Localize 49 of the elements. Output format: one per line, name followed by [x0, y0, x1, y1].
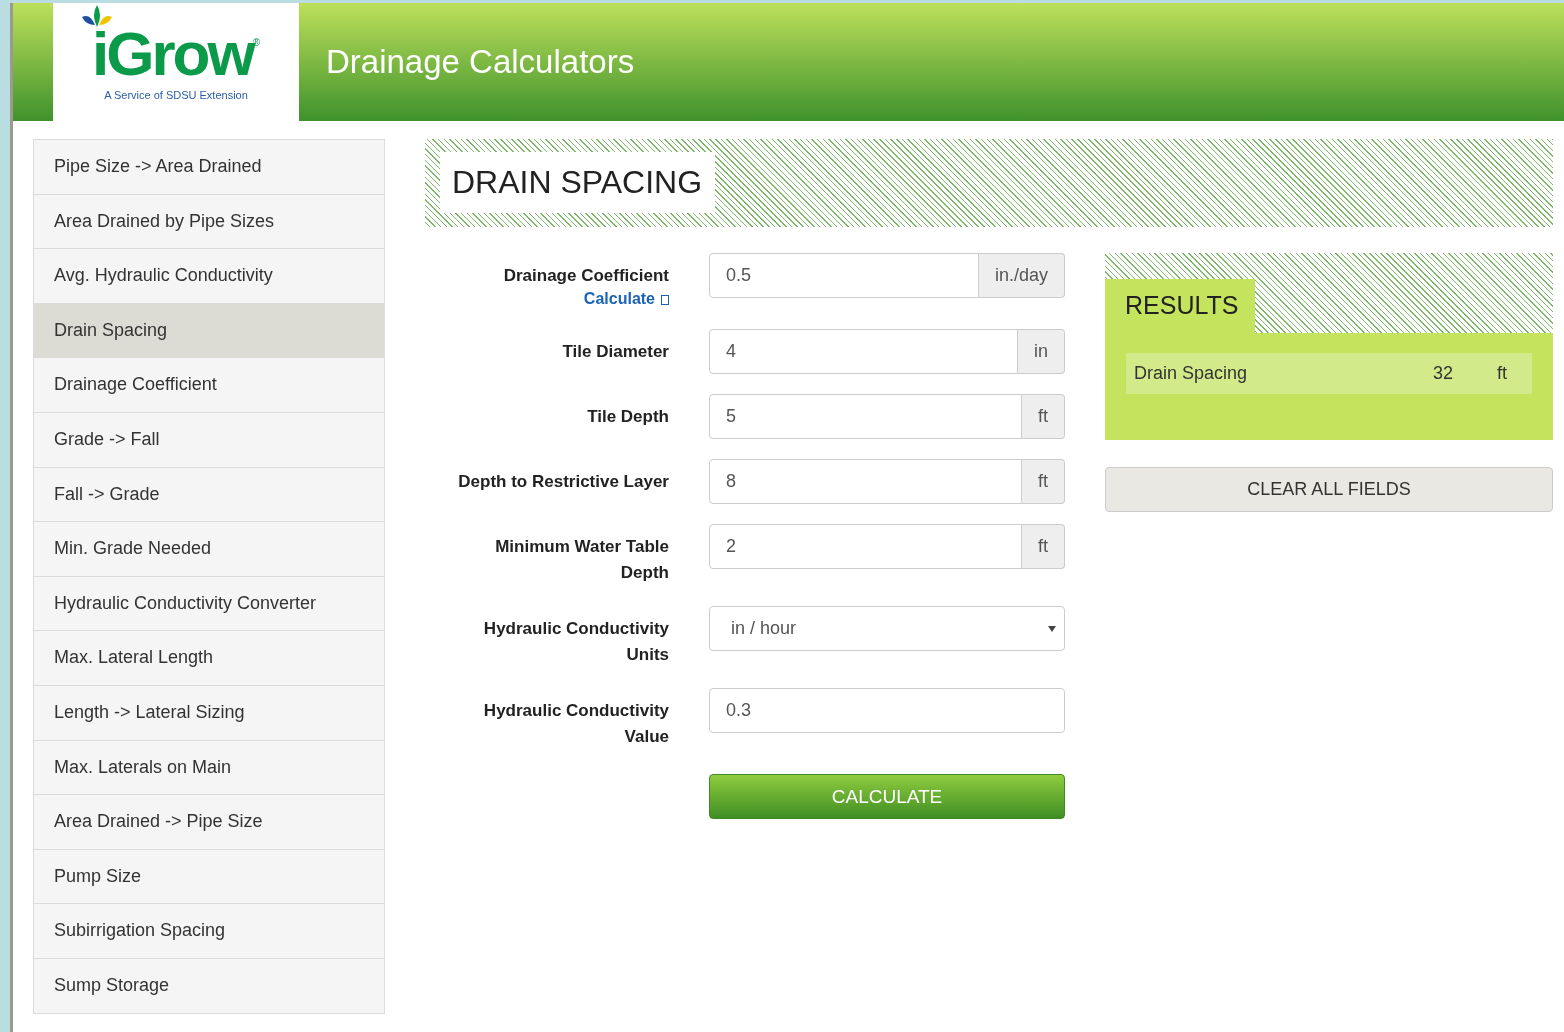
field-label: Tile Diameter — [562, 341, 669, 363]
unit-label: ft — [1022, 524, 1065, 569]
field-label: Depth to Restrictive Layer — [458, 471, 669, 493]
field-label: Hydraulic Conductivity Units — [482, 618, 669, 666]
sidebar-item[interactable]: Subirrigation Spacing — [34, 904, 384, 959]
sidebar-item[interactable]: Hydraulic Conductivity Converter — [34, 576, 384, 632]
logo-text: iGrow — [91, 23, 253, 85]
unit-label: ft — [1022, 459, 1065, 504]
sidebar-item[interactable]: Min. Grade Needed — [34, 522, 384, 577]
clear-button[interactable]: CLEAR ALL FIELDS — [1105, 467, 1553, 512]
field-label: Hydraulic Conductivity Value — [482, 700, 669, 748]
sidebar-item[interactable]: Area Drained -> Pipe Size — [34, 795, 384, 850]
input-field[interactable]: 0.5 — [709, 253, 979, 298]
unit-label: ft — [1022, 394, 1065, 439]
registered-mark: ® — [252, 37, 261, 48]
results-title: RESULTS — [1105, 279, 1255, 333]
input-field[interactable]: 0.3 — [709, 688, 1065, 733]
sidebar-item[interactable]: Area Drained by Pipe Sizes — [34, 194, 384, 250]
input-field[interactable]: 8 — [709, 459, 1022, 504]
result-name: Drain Spacing — [1134, 363, 1249, 384]
logo-tagline: A Service of SDSU Extension — [104, 89, 248, 101]
sidebar-item[interactable]: Fall -> Grade — [34, 467, 384, 523]
caret-icon — [1048, 625, 1056, 632]
sidebar-item[interactable]: Drain Spacing — [34, 303, 384, 359]
sidebar-item[interactable]: Grade -> Fall — [34, 412, 384, 468]
units-dropdown[interactable]: in / hour — [709, 606, 1065, 651]
field-label: Minimum Water Table Depth — [494, 536, 669, 584]
unit-label: in — [1018, 329, 1065, 374]
calculate-link[interactable]: Calculate — [583, 289, 669, 309]
section-title: DRAIN SPACING — [440, 152, 716, 213]
field-label: Drainage Coefficient — [503, 265, 669, 287]
result-value: 32 — [1433, 363, 1455, 384]
sidebar-item[interactable]: Drainage Coefficient — [34, 358, 384, 413]
sidebar-item[interactable]: Max. Lateral Length — [34, 631, 384, 686]
sidebar-item[interactable]: Max. Laterals on Main — [34, 740, 384, 796]
result-unit: ft — [1497, 363, 1508, 384]
sidebar-item[interactable]: Pump Size — [34, 849, 384, 905]
input-field[interactable]: 4 — [709, 329, 1018, 374]
sidebar-item[interactable]: Length -> Lateral Sizing — [34, 685, 384, 741]
sidebar-item[interactable]: Pipe Size -> Area Drained — [34, 140, 384, 195]
sidebar-item[interactable]: Avg. Hydraulic Conductivity — [34, 249, 384, 304]
leaves-icon — [79, 5, 114, 29]
unit-label: in./day — [978, 253, 1065, 298]
input-field[interactable]: 2 — [709, 524, 1022, 569]
field-label: Tile Depth — [587, 406, 669, 428]
input-field[interactable]: 5 — [709, 394, 1022, 439]
window-icon — [661, 293, 669, 305]
sidebar-item[interactable]: Sump Storage — [34, 958, 384, 1013]
page-header-title: Drainage Calculators — [326, 43, 635, 81]
